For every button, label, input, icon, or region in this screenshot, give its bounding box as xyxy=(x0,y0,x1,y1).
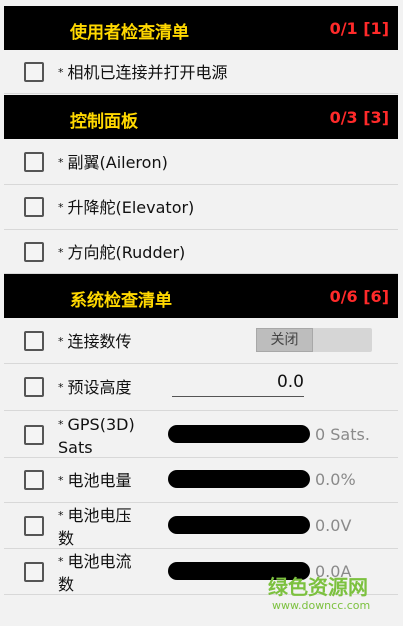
battery-level-value: 0.0% xyxy=(315,470,356,489)
item-label: * 电池电流数 xyxy=(58,552,132,594)
section-title: 使用者检查清单 xyxy=(70,23,189,43)
section-count: 0/3 [3] xyxy=(329,108,389,127)
checkbox[interactable] xyxy=(24,516,44,536)
checkbox[interactable] xyxy=(24,242,44,262)
section-header-control-panel: 控制面板 0/3 [3] xyxy=(4,95,398,139)
section-count: 0/6 [6] xyxy=(329,287,389,306)
checkbox[interactable] xyxy=(24,331,44,351)
item-label: * GPS(3D) Sats xyxy=(58,415,135,457)
item-label: * 副翼(Aileron) xyxy=(58,153,168,172)
checklist-item-battery-voltage[interactable]: * 电池电压数 0.0V xyxy=(4,503,398,549)
item-label: * 相机已连接并打开电源 xyxy=(58,63,228,82)
checklist-item-gps[interactable]: * GPS(3D) Sats 0 Sats. xyxy=(4,411,398,458)
section-title: 系统检查清单 xyxy=(70,291,172,311)
checkbox[interactable] xyxy=(24,562,44,582)
checklist-item-battery-level[interactable]: * 电池电量 0.0% xyxy=(4,458,398,503)
section-header-system-checklist: 系统检查清单 0/6 [6] xyxy=(4,274,398,318)
checkbox[interactable] xyxy=(24,197,44,217)
checklist-item-telemetry[interactable]: * 连接数传 关闭 xyxy=(4,319,398,364)
checklist-item-camera[interactable]: * 相机已连接并打开电源 xyxy=(4,50,398,94)
toggle-knob: 关闭 xyxy=(256,328,313,352)
item-label: * 连接数传 xyxy=(58,332,132,351)
item-label: * 方向舵(Rudder) xyxy=(58,243,186,262)
item-label: * 电池电压数 xyxy=(58,506,132,548)
watermark-logo: 绿色资源网 xyxy=(268,575,368,599)
item-label: * 电池电量 xyxy=(58,471,132,490)
section-count: 0/1 [1] xyxy=(329,19,389,38)
battery-level-bar xyxy=(168,470,310,488)
gps-bar xyxy=(168,425,310,443)
checkbox[interactable] xyxy=(24,62,44,82)
checklist-item-elevator[interactable]: * 升降舵(Elevator) xyxy=(4,185,398,230)
item-label: * 预设高度 xyxy=(58,378,132,397)
telemetry-toggle[interactable]: 关闭 xyxy=(256,328,372,352)
altitude-input[interactable]: 0.0 xyxy=(172,372,304,397)
checklist-item-rudder[interactable]: * 方向舵(Rudder) xyxy=(4,230,398,274)
checklist-item-preset-altitude[interactable]: * 预设高度 0.0 xyxy=(4,364,398,411)
checkbox[interactable] xyxy=(24,425,44,445)
checkbox[interactable] xyxy=(24,377,44,397)
checklist-item-aileron[interactable]: * 副翼(Aileron) xyxy=(4,140,398,185)
section-header-user-checklist: 使用者检查清单 0/1 [1] xyxy=(4,6,398,50)
watermark-url: www.downcc.com xyxy=(272,599,371,612)
checkbox[interactable] xyxy=(24,152,44,172)
battery-voltage-bar xyxy=(168,516,310,534)
gps-value: 0 Sats. xyxy=(315,425,370,444)
battery-voltage-value: 0.0V xyxy=(315,516,352,535)
section-title: 控制面板 xyxy=(70,112,138,132)
checkbox[interactable] xyxy=(24,470,44,490)
item-label: * 升降舵(Elevator) xyxy=(58,198,195,217)
